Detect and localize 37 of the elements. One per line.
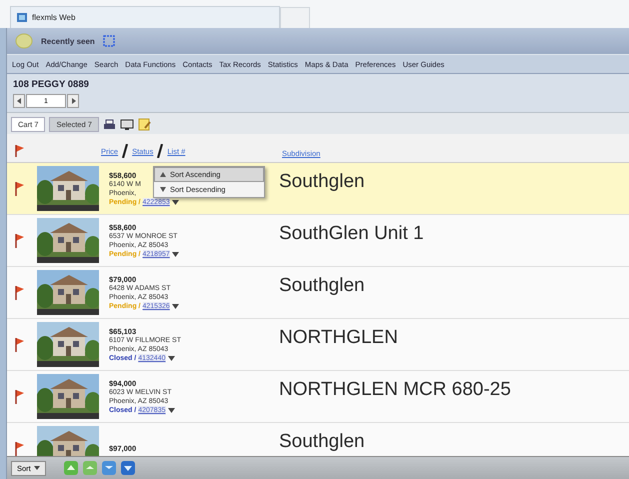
caret-icon[interactable] — [168, 408, 174, 412]
flag-icon[interactable] — [13, 388, 25, 404]
subdivision: SouthGlen Unit 1 — [279, 223, 424, 245]
slash-icon — [157, 144, 164, 158]
subdivision: NORTHGLEN — [279, 327, 398, 349]
subdivision: NORTHGLEN MCR 680-25 — [279, 379, 511, 401]
listing-title: 108 PEGGY 0889 — [7, 74, 629, 92]
left-arrow-icon — [16, 98, 22, 104]
printer-icon[interactable] — [102, 118, 116, 130]
note-icon[interactable] — [138, 118, 151, 131]
previous-button[interactable] — [13, 94, 25, 108]
right-arrow-icon — [70, 98, 76, 104]
grid-icon[interactable] — [102, 35, 115, 47]
page-icon — [17, 12, 28, 23]
move-down-icon[interactable] — [100, 460, 117, 476]
caret-icon[interactable] — [172, 304, 179, 308]
slash-icon — [122, 144, 128, 158]
browser-tab[interactable]: flexmls Web — [10, 6, 280, 28]
flag-icon[interactable] — [13, 180, 25, 196]
flag-icon[interactable] — [13, 144, 25, 158]
flag-icon[interactable] — [13, 336, 25, 352]
caret-icon[interactable] — [172, 252, 179, 256]
caret-icon[interactable] — [168, 356, 174, 360]
header-title: Recently seen — [41, 36, 95, 46]
caret-icon — [34, 466, 40, 470]
flag-icon[interactable] — [13, 284, 25, 300]
next-button[interactable] — [67, 94, 79, 108]
flag-icon[interactable] — [13, 232, 25, 248]
monitor-icon[interactable] — [120, 118, 134, 130]
logo-icon — [15, 33, 33, 49]
move-bottom-icon[interactable] — [120, 460, 136, 476]
subdivision: Southglen — [279, 171, 365, 193]
tab-title: flexmls Web — [32, 13, 76, 22]
subdivision: Southglen — [279, 431, 365, 453]
triangle-icon — [160, 172, 166, 177]
triangle-icon — [160, 187, 166, 192]
subdivision: Southglen — [279, 275, 365, 297]
